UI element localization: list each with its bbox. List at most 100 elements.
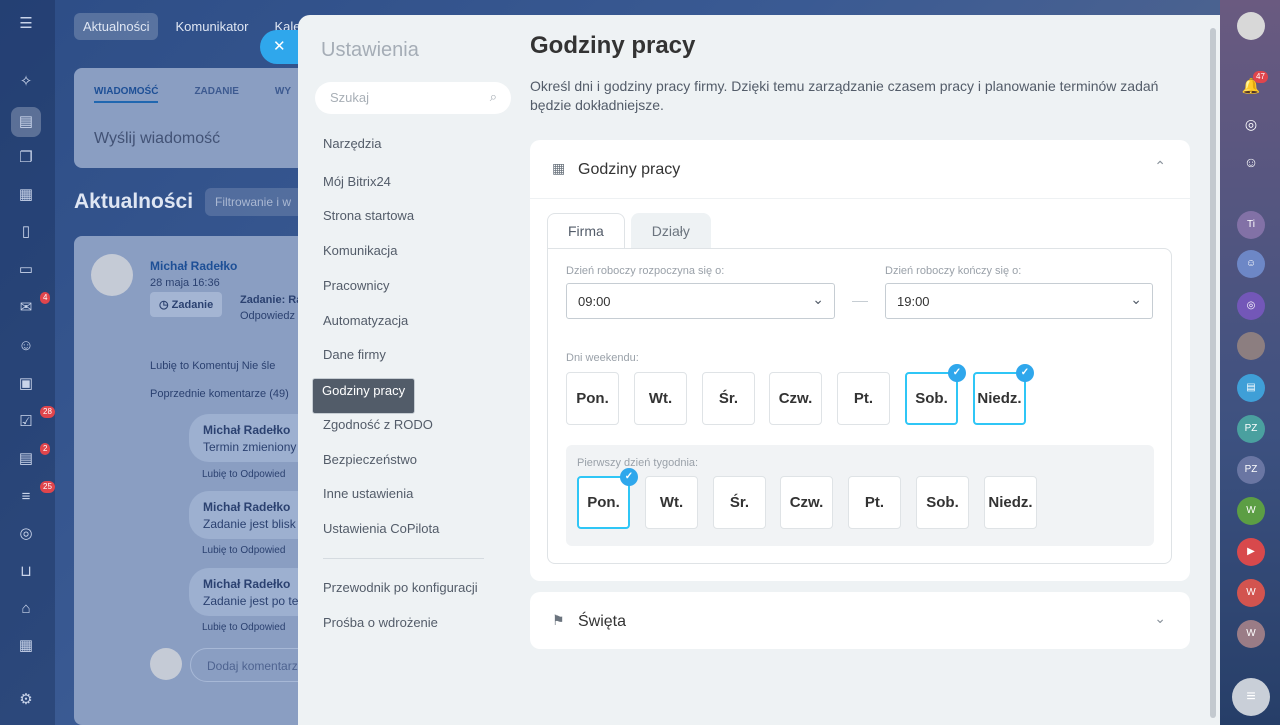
menu-item-configuration-guide[interactable]: Przewodnik po konfiguracji	[312, 576, 489, 600]
menu-item-employees[interactable]: Pracownicy	[312, 274, 400, 298]
start-time-select[interactable]: 09:00 ⌄	[566, 283, 835, 319]
bell-icon[interactable]: 🔔 47	[1237, 71, 1268, 101]
composer-input[interactable]: Wyślij wiadomość	[94, 130, 220, 148]
avatar[interactable]	[91, 254, 133, 296]
composer-tab-more[interactable]: WY	[275, 86, 291, 103]
first-day-mon-label: Pon.	[587, 494, 620, 511]
menu-item-gdpr[interactable]: Zgodność z RODO	[312, 413, 444, 437]
work-hours-card-header[interactable]: ▦ Godziny pracy ⌃	[530, 140, 1190, 199]
composer-tab-message[interactable]: WIADOMOŚĆ	[94, 86, 159, 103]
weekend-day-sun[interactable]: Niedz. ✓	[973, 364, 1034, 425]
funnel-icon[interactable]: ≡ 25	[14, 481, 55, 509]
user-avatar[interactable]	[1237, 12, 1265, 40]
feed-icon[interactable]: ▤	[11, 107, 41, 137]
post-actions[interactable]: Lubię to Komentuj Nie śle	[150, 360, 275, 372]
general-chat-icon[interactable]: ▤	[1237, 374, 1265, 402]
copilot-icon[interactable]: ◎	[1237, 110, 1265, 138]
first-day-wed[interactable]: Śr.	[713, 476, 766, 529]
post-author[interactable]: Michał Radełko	[150, 259, 237, 273]
checkmark-icon: ✓	[1016, 364, 1034, 382]
weekend-day-mon[interactable]: Pon.	[566, 372, 619, 425]
search-input[interactable]: Szukaj	[330, 90, 369, 105]
menu-item-my-bitrix24[interactable]: Mój Bitrix24	[312, 170, 402, 194]
menu-icon[interactable]: ☰	[14, 12, 38, 36]
menu-item-work-hours[interactable]: Godziny pracy	[312, 378, 416, 414]
chevron-down-icon: ⌄	[812, 291, 824, 307]
chat-ti[interactable]: Ti	[1237, 211, 1265, 239]
target-icon[interactable]: ◎	[14, 522, 38, 546]
bank-icon[interactable]: ⌂	[14, 597, 38, 621]
first-day-section: Pierwszy dzień tygodnia: Pon. ✓ Wt. Śr. C…	[566, 445, 1154, 546]
comment-actions[interactable]: Lubię to Odpowied	[202, 545, 285, 556]
comment-author[interactable]: Michał Radełko	[203, 423, 290, 437]
weekend-day-tue[interactable]: Wt.	[634, 372, 687, 425]
feed-filter[interactable]: Filtrowanie i w	[205, 188, 305, 216]
tab-departments[interactable]: Działy	[630, 213, 711, 249]
chat-w[interactable]: W	[1237, 620, 1265, 648]
scrollbar[interactable]	[1210, 28, 1216, 718]
settings-search[interactable]: Szukaj ⌕	[315, 82, 511, 114]
tab-messenger[interactable]: Komunikator	[166, 13, 257, 40]
first-day-sun[interactable]: Niedz.	[984, 476, 1037, 529]
employees-icon[interactable]: ☺	[14, 334, 38, 358]
tab-feed[interactable]: Aktualności	[74, 12, 159, 40]
chat-w[interactable]: W	[1237, 497, 1265, 525]
first-day-fri[interactable]: Pt.	[848, 476, 901, 529]
comment-author[interactable]: Michał Radełko	[203, 500, 290, 514]
menu-item-tools[interactable]: Narzędzia	[312, 132, 393, 156]
menu-item-automation[interactable]: Automatyzacja	[312, 309, 419, 333]
screen-icon[interactable]: ▣	[14, 372, 38, 396]
tab-company[interactable]: Firma	[547, 213, 625, 249]
first-day-thu[interactable]: Czw.	[780, 476, 833, 529]
mail-icon[interactable]: ✉ 4	[14, 292, 51, 320]
sparkle-icon[interactable]: ✧	[14, 70, 38, 94]
close-slider-button[interactable]: ✕	[260, 30, 298, 64]
chat-icon[interactable]: ❐	[14, 146, 38, 170]
menu-divider	[323, 558, 484, 559]
previous-comments-link[interactable]: Poprzednie komentarze (49)	[150, 388, 289, 400]
menu-item-company-data[interactable]: Dane firmy	[312, 343, 397, 367]
menu-item-communication[interactable]: Komunikacja	[312, 239, 408, 263]
close-icon: ✕	[273, 38, 286, 55]
contacts-icon[interactable]: ▤ 2	[14, 443, 51, 471]
group-chat-icon[interactable]: ☺	[1237, 250, 1265, 278]
chat-icon[interactable]: ☺	[1237, 148, 1265, 176]
chevron-up-icon[interactable]: ⌃	[1154, 158, 1166, 175]
tasks-icon[interactable]: ☑ 28	[14, 406, 55, 434]
first-day-mon[interactable]: Pon. ✓	[577, 468, 638, 529]
weekend-day-sat[interactable]: Sob. ✓	[905, 364, 966, 425]
cart-icon[interactable]: ⊔	[14, 560, 38, 584]
weekend-day-thu[interactable]: Czw.	[769, 372, 822, 425]
chat-w[interactable]: W	[1237, 579, 1265, 607]
menu-item-other-settings[interactable]: Inne ustawienia	[312, 482, 424, 506]
menu-item-security[interactable]: Bezpieczeństwo	[312, 448, 428, 472]
copilot-chat-icon[interactable]: ◎	[1237, 292, 1265, 320]
chevron-down-icon: ⌄	[1130, 291, 1142, 307]
chat-avatar[interactable]	[1237, 332, 1265, 360]
calendar-icon[interactable]: ▦	[14, 183, 38, 207]
end-time-value: 19:00	[897, 294, 930, 309]
first-day-sat[interactable]: Sob.	[916, 476, 969, 529]
weekend-day-wed[interactable]: Śr.	[702, 372, 755, 425]
drive-icon[interactable]: ▭	[14, 258, 38, 282]
holidays-card[interactable]: ⚑ Święta ⌄	[530, 592, 1190, 649]
schedule-icon[interactable]: ▦	[14, 634, 38, 658]
chevron-down-icon[interactable]: ⌄	[1154, 610, 1166, 627]
chat-pz[interactable]: PZ	[1237, 456, 1265, 484]
menu-item-copilot-settings[interactable]: Ustawienia CoPilota	[312, 517, 450, 541]
comment-author[interactable]: Michał Radełko	[203, 577, 290, 591]
chat-pz[interactable]: PZ	[1237, 415, 1265, 443]
menu-item-start-page[interactable]: Strona startowa	[312, 204, 425, 228]
comment-actions[interactable]: Lubię to Odpowied	[202, 469, 285, 480]
list-icon[interactable]: ≡	[1232, 678, 1270, 716]
task-title[interactable]: Zadanie: Ra	[240, 294, 302, 306]
document-icon[interactable]: ▯	[14, 220, 38, 244]
settings-icon[interactable]: ⚙	[14, 688, 38, 712]
video-call-icon[interactable]: ▶	[1237, 538, 1265, 566]
weekend-day-fri[interactable]: Pt.	[837, 372, 890, 425]
end-time-select[interactable]: 19:00 ⌄	[885, 283, 1153, 319]
first-day-tue[interactable]: Wt.	[645, 476, 698, 529]
comment-actions[interactable]: Lubię to Odpowied	[202, 622, 285, 633]
menu-item-implementation-request[interactable]: Prośba o wdrożenie	[312, 611, 449, 635]
composer-tab-task[interactable]: ZADANIE	[194, 86, 238, 103]
